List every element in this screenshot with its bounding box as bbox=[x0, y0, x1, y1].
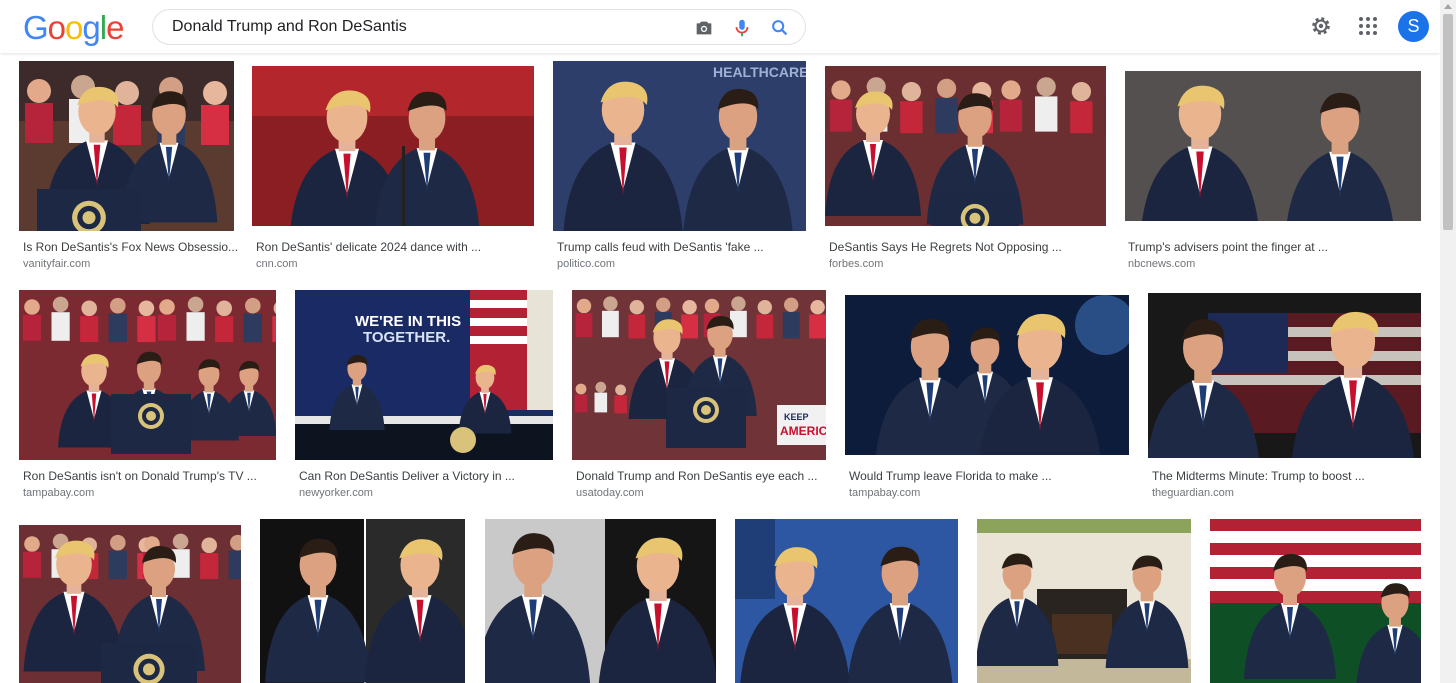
banner-line-2: TOGETHER. bbox=[363, 329, 450, 346]
sign-text-1: KEEP bbox=[784, 412, 809, 422]
result-thumbnail[interactable] bbox=[845, 295, 1129, 455]
settings-gear-icon[interactable] bbox=[1309, 14, 1333, 38]
top-bar: Google Donald Trump and Ron DeSantis S bbox=[0, 0, 1440, 53]
apps-grid-icon[interactable] bbox=[1356, 14, 1380, 38]
search-box[interactable]: Donald Trump and Ron DeSantis bbox=[152, 9, 806, 45]
search-icon[interactable] bbox=[769, 17, 791, 39]
result-title[interactable]: Donald Trump and Ron DeSantis eye each .… bbox=[576, 469, 817, 483]
banner-line-1: WE'RE IN THIS bbox=[355, 313, 461, 330]
scroll-up-arrow-icon[interactable] bbox=[1444, 4, 1452, 9]
result-thumbnail[interactable] bbox=[19, 290, 276, 460]
result-source: nbcnews.com bbox=[1128, 258, 1196, 270]
sign-text-2: AMERIC bbox=[780, 424, 826, 438]
result-source: forbes.com bbox=[829, 258, 884, 270]
result-title[interactable]: Can Ron DeSantis Deliver a Victory in ..… bbox=[299, 469, 515, 483]
google-logo[interactable]: Google bbox=[23, 9, 124, 47]
microphone-icon[interactable] bbox=[731, 17, 753, 39]
result-source: newyorker.com bbox=[299, 487, 373, 499]
result-thumbnail[interactable] bbox=[977, 519, 1191, 683]
result-thumbnail[interactable] bbox=[735, 519, 958, 683]
result-thumbnail[interactable] bbox=[19, 61, 234, 231]
search-input[interactable]: Donald Trump and Ron DeSantis bbox=[172, 18, 407, 36]
result-thumbnail[interactable] bbox=[260, 519, 465, 683]
result-thumbnail[interactable] bbox=[19, 525, 241, 683]
result-thumbnail[interactable] bbox=[1148, 293, 1421, 458]
result-thumbnail[interactable]: WE'RE IN THIS TOGETHER. bbox=[295, 290, 553, 460]
result-source: theguardian.com bbox=[1152, 487, 1234, 499]
result-thumbnail[interactable]: HEALTHCARE bbox=[553, 61, 806, 231]
result-title[interactable]: The Midterms Minute: Trump to boost ... bbox=[1152, 469, 1365, 483]
result-title[interactable]: Ron DeSantis' delicate 2024 dance with .… bbox=[256, 240, 481, 254]
result-thumbnail[interactable]: KEEP AMERIC bbox=[572, 290, 826, 460]
result-title[interactable]: DeSantis Says He Regrets Not Opposing ..… bbox=[829, 240, 1062, 254]
result-title[interactable]: Is Ron DeSantis's Fox News Obsessio... bbox=[23, 240, 238, 254]
account-avatar[interactable]: S bbox=[1398, 11, 1429, 42]
result-source: vanityfair.com bbox=[23, 258, 91, 270]
result-thumbnail[interactable] bbox=[252, 66, 534, 226]
result-thumbnail[interactable] bbox=[1210, 519, 1421, 683]
result-thumbnail[interactable] bbox=[1125, 71, 1421, 221]
result-source: politico.com bbox=[557, 258, 616, 270]
page-scrollbar[interactable] bbox=[1440, 0, 1456, 683]
result-source: tampabay.com bbox=[23, 487, 95, 499]
result-title[interactable]: Ron DeSantis isn't on Donald Trump's TV … bbox=[23, 469, 257, 483]
result-thumbnail[interactable] bbox=[485, 519, 716, 683]
result-thumbnail[interactable] bbox=[825, 66, 1106, 226]
camera-icon[interactable] bbox=[693, 17, 715, 39]
result-title[interactable]: Would Trump leave Florida to make ... bbox=[849, 469, 1052, 483]
result-title[interactable]: Trump calls feud with DeSantis 'fake ... bbox=[557, 240, 764, 254]
result-source: cnn.com bbox=[256, 258, 298, 270]
result-source: usatoday.com bbox=[576, 487, 644, 499]
backdrop-text: HEALTHCARE bbox=[713, 64, 806, 80]
result-title[interactable]: Trump's advisers point the finger at ... bbox=[1128, 240, 1328, 254]
result-source: tampabay.com bbox=[849, 487, 921, 499]
scroll-thumb[interactable] bbox=[1443, 14, 1453, 230]
